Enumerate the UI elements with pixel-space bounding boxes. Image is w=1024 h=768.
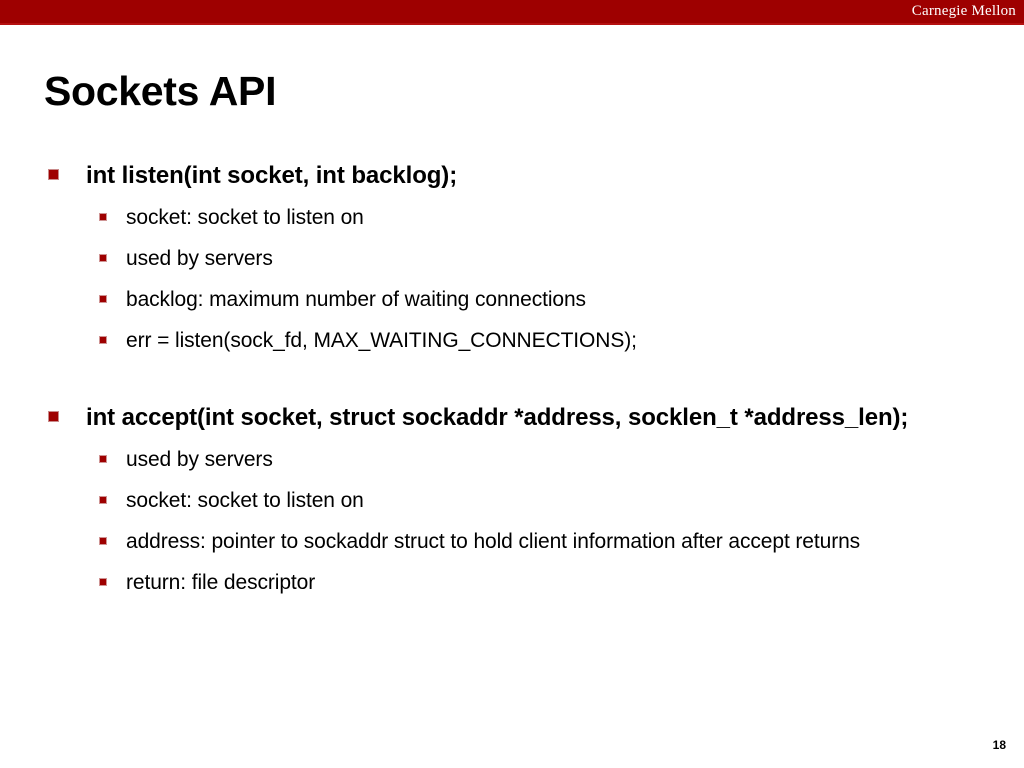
page-title: Sockets API (44, 68, 277, 114)
carnegie-mellon-brand: Carnegie Mellon (911, 3, 1016, 19)
small-square-bullet-icon (99, 336, 107, 344)
bullet-group-listen: int listen(int socket, int backlog); soc… (0, 158, 1024, 358)
bullet-accept-label: int accept(int socket, struct sockaddr *… (86, 404, 909, 431)
small-square-bullet-icon (99, 578, 107, 586)
sub-bullet: address: pointer to sockaddr struct to h… (0, 525, 1024, 559)
sub-bullet: used by servers (0, 443, 1024, 477)
sub-bullet: socket: socket to listen on (0, 201, 1024, 235)
slide: Carnegie Mellon Sockets API int listen(i… (0, 0, 1024, 768)
bullet-listen: int listen(int socket, int backlog); (0, 158, 1024, 194)
sub-bullet: backlog: maximum number of waiting conne… (0, 283, 1024, 317)
bullet-listen-label: int listen(int socket, int backlog); (86, 162, 458, 189)
sub-bullet: return: file descriptor (0, 566, 1024, 600)
square-bullet-icon (48, 169, 59, 180)
sub-bullet: err = listen(sock_fd, MAX_WAITING_CONNEC… (0, 324, 1024, 358)
small-square-bullet-icon (99, 295, 107, 303)
square-bullet-icon (48, 411, 59, 422)
sub-bullet-label: used by servers (126, 448, 273, 471)
sub-bullet-label: backlog: maximum number of waiting conne… (126, 288, 586, 311)
sub-bullet-label: address: pointer to sockaddr struct to h… (126, 530, 861, 553)
small-square-bullet-icon (99, 455, 107, 463)
bullet-accept: int accept(int socket, struct sockaddr *… (0, 400, 1024, 436)
small-square-bullet-icon (99, 213, 107, 221)
small-square-bullet-icon (99, 254, 107, 262)
small-square-bullet-icon (99, 537, 107, 545)
sub-bullet-label: return: file descriptor (126, 571, 316, 594)
page-number: 18 (992, 738, 1006, 752)
bullet-group-accept: int accept(int socket, struct sockaddr *… (0, 400, 1024, 600)
sub-bullet-label: socket: socket to listen on (126, 489, 364, 512)
header-bar: Carnegie Mellon (0, 0, 1024, 25)
sub-bullet-label: err = listen(sock_fd, MAX_WAITING_CONNEC… (126, 329, 637, 352)
small-square-bullet-icon (99, 496, 107, 504)
sub-bullet: used by servers (0, 242, 1024, 276)
sub-bullet: socket: socket to listen on (0, 484, 1024, 518)
slide-body: int listen(int socket, int backlog); soc… (0, 158, 1024, 600)
sub-bullet-label: used by servers (126, 247, 273, 270)
sub-bullet-label: socket: socket to listen on (126, 206, 364, 229)
